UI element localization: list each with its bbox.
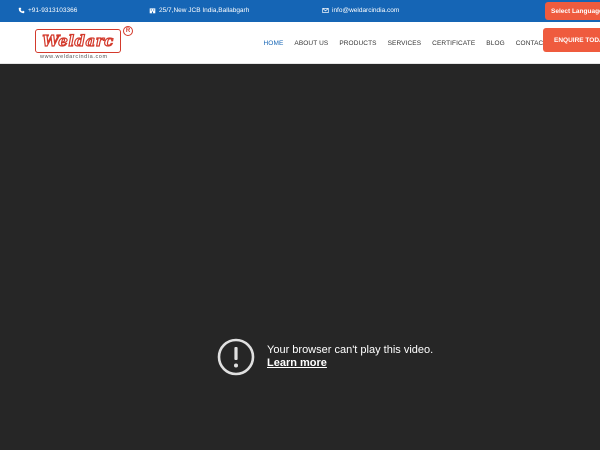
- learn-more-link[interactable]: Learn more: [267, 357, 327, 370]
- address-text: 25/7,New JCB India,Ballabgarh: [159, 7, 250, 14]
- envelope-icon: [322, 8, 329, 13]
- registered-mark: R: [123, 26, 133, 36]
- nav-certificate[interactable]: CERTIFICATE: [427, 40, 481, 47]
- logo-url-text: www.weldarcindia.com: [40, 54, 108, 60]
- video-error-text: Your browser can't play this video. Lear…: [267, 344, 433, 370]
- top-info-bar: +91-9313103366 25/7,New JCB India,Ballab…: [0, 0, 600, 22]
- video-player[interactable]: Your browser can't play this video. Lear…: [0, 65, 600, 450]
- building-icon: [149, 8, 156, 14]
- phone-icon: [18, 7, 25, 14]
- video-error-message: Your browser can't play this video. Lear…: [217, 338, 433, 376]
- enquire-today-button[interactable]: ENQUIRE TODAY: [543, 28, 600, 52]
- site-logo[interactable]: Weldarc R www.weldarcindia.com: [35, 26, 135, 61]
- video-unsupported-text: Your browser can't play this video.: [267, 344, 434, 356]
- email-info[interactable]: info@weldarcindia.com: [322, 7, 399, 14]
- email-text: info@weldarcindia.com: [332, 7, 400, 14]
- logo-wordmark: Weldarc: [35, 29, 121, 53]
- exclamation-circle-icon: [217, 338, 255, 376]
- main-nav: HOME ABOUT US PRODUCTS SERVICES CERTIFIC…: [258, 22, 553, 64]
- select-language-button[interactable]: Select Language: [545, 2, 600, 20]
- phone-number: +91-9313103366: [28, 7, 78, 14]
- phone-info[interactable]: +91-9313103366: [18, 7, 77, 14]
- nav-about-us[interactable]: ABOUT US: [289, 40, 334, 47]
- main-header: Weldarc R www.weldarcindia.com HOME ABOU…: [0, 22, 600, 64]
- nav-products[interactable]: PRODUCTS: [334, 40, 382, 47]
- nav-services[interactable]: SERVICES: [382, 40, 427, 47]
- nav-blog[interactable]: BLOG: [481, 40, 510, 47]
- address-info: 25/7,New JCB India,Ballabgarh: [149, 7, 249, 14]
- nav-home[interactable]: HOME: [258, 40, 289, 47]
